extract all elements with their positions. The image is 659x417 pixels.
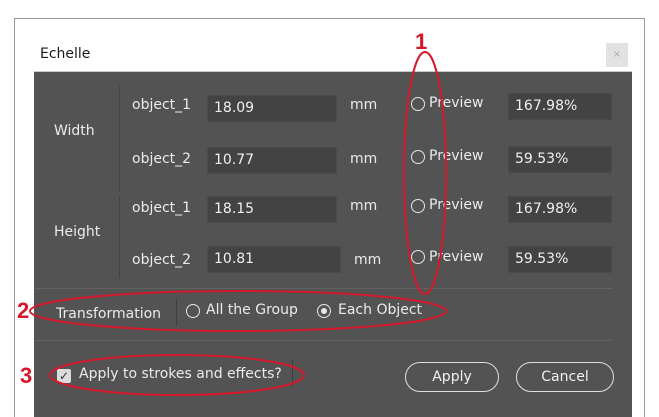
- height-object-1-label: object_1: [132, 200, 192, 216]
- cancel-button[interactable]: Cancel: [516, 362, 614, 392]
- width-object-1-label: object_1: [132, 97, 192, 113]
- height-object-2-preview-label[interactable]: Preview: [429, 249, 484, 265]
- height-object-1-percent[interactable]: 167.98%: [508, 196, 612, 223]
- section-divider-bottom: [34, 340, 612, 341]
- annotation-marker-3: 3: [20, 363, 33, 388]
- dialog-title: Echelle: [40, 46, 91, 62]
- annotation-marker-1: 1: [415, 29, 428, 54]
- height-object-1-preview-radio[interactable]: [411, 199, 425, 213]
- height-label: Height: [54, 224, 101, 240]
- width-object-2-preview-label[interactable]: Preview: [429, 148, 484, 164]
- height-object-2-input[interactable]: 10.81: [207, 246, 341, 273]
- width-object-1-input[interactable]: 18.09: [207, 95, 337, 122]
- width-group-separator: [119, 86, 120, 191]
- width-object-2-label: object_2: [132, 151, 192, 167]
- height-object-1-input[interactable]: 18.15: [207, 196, 337, 223]
- close-button[interactable]: ×: [606, 43, 628, 67]
- height-object-2-preview-radio[interactable]: [411, 250, 425, 264]
- apply-strokes-label[interactable]: Apply to strokes and effects?: [79, 366, 282, 382]
- all-the-group-radio[interactable]: [186, 304, 200, 318]
- width-object-2-unit: mm: [350, 151, 378, 167]
- width-object-1-preview-label[interactable]: Preview: [429, 95, 484, 111]
- width-label: Width: [54, 123, 95, 139]
- transformation-separator: [176, 300, 177, 326]
- section-divider-top: [34, 288, 612, 289]
- height-group-separator: [119, 196, 120, 278]
- each-object-radio[interactable]: [317, 304, 331, 318]
- height-object-2-unit: mm: [354, 252, 382, 268]
- apply-strokes-checkbox[interactable]: ✓: [57, 369, 71, 383]
- annotation-marker-2: 2: [17, 298, 30, 323]
- width-object-1-preview-radio[interactable]: [411, 97, 425, 111]
- all-the-group-label[interactable]: All the Group: [206, 302, 298, 318]
- height-object-2-label: object_2: [132, 252, 192, 268]
- footer-separator: [292, 360, 293, 388]
- width-object-2-percent[interactable]: 59.53%: [508, 146, 612, 173]
- width-object-2-preview-radio[interactable]: [411, 150, 425, 164]
- width-object-1-percent[interactable]: 167.98%: [508, 93, 612, 120]
- transformation-label: Transformation: [56, 306, 162, 322]
- height-object-1-unit: mm: [350, 198, 378, 214]
- each-object-label[interactable]: Each Object: [338, 302, 422, 318]
- dialog-titlebar: Echelle ×: [34, 38, 632, 72]
- scale-dialog: Echelle × Width object_1 18.09 mm Previe…: [34, 38, 632, 417]
- apply-button[interactable]: Apply: [405, 362, 499, 392]
- height-object-2-percent[interactable]: 59.53%: [508, 246, 612, 273]
- height-object-1-preview-label[interactable]: Preview: [429, 197, 484, 213]
- figure: Echelle × Width object_1 18.09 mm Previe…: [0, 0, 659, 417]
- width-object-1-unit: mm: [350, 97, 378, 113]
- width-object-2-input[interactable]: 10.77: [207, 147, 337, 174]
